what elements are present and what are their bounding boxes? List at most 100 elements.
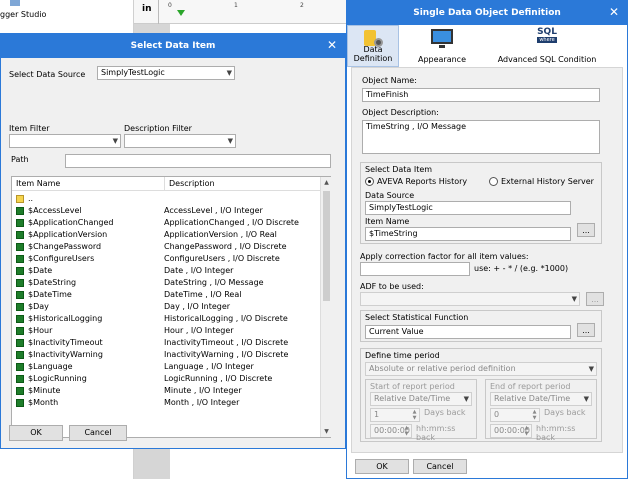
chevron-down-icon: ▼ — [227, 137, 233, 145]
item-name-cell: $DateString — [28, 278, 77, 287]
table-row[interactable]: $DateTime DateTime , I/O Real — [12, 289, 320, 301]
ruler-marker-icon[interactable] — [177, 10, 185, 16]
object-description-input[interactable]: TimeString , I/O Message — [362, 120, 600, 154]
spinner-icon[interactable]: ▲ ▼ — [402, 425, 411, 437]
table-row[interactable]: $InactivityTimeout InactivityTimeout , I/… — [12, 337, 320, 349]
end-type-select[interactable]: Relative Date/Time ▼ — [490, 392, 592, 406]
item-name-cell: $ApplicationChanged — [28, 218, 114, 227]
tag-icon — [16, 207, 24, 215]
description-cell: HistoricalLogging , I/O Discrete — [164, 314, 288, 323]
scroll-up-icon[interactable]: ▲ — [321, 177, 332, 188]
item-name-cell: $Month — [28, 398, 59, 407]
data-source-select[interactable]: SimplyTestLogic ▼ — [97, 66, 235, 80]
table-row[interactable]: $Month Month , I/O Integer — [12, 397, 320, 409]
end-days-input[interactable]: 0 ▲ ▼ — [490, 408, 540, 422]
adf-browse-button[interactable]: ... — [586, 292, 604, 306]
item-name-cell: .. — [28, 194, 34, 203]
column-header-item-name[interactable]: Item Name — [12, 177, 164, 191]
vertical-scrollbar[interactable]: ▲ ▼ — [320, 177, 331, 437]
spinner-icon[interactable]: ▲ ▼ — [410, 409, 419, 421]
tab-appearance[interactable]: Appearance — [401, 25, 483, 67]
table-row[interactable]: $Date Date , I/O Integer — [12, 265, 320, 277]
object-description-label: Object Description: — [362, 108, 439, 117]
path-input[interactable] — [65, 154, 331, 168]
statistical-browse-button[interactable]: ... — [577, 323, 595, 337]
end-days-value: 0 — [494, 410, 500, 419]
background-app-title-text: gger Studio — [0, 10, 47, 19]
dialog-title: Single Data Object Definition — [413, 8, 561, 18]
table-row[interactable]: $HistoricalLogging HistoricalLogging , I/… — [12, 313, 320, 325]
ruler-tick-2: 2 — [300, 2, 304, 9]
cancel-button[interactable]: Cancel — [69, 425, 127, 441]
description-cell: ConfigureUsers , I/O Discrete — [164, 254, 280, 263]
adf-select[interactable]: ▼ — [360, 292, 580, 306]
description-filter-label: Description Filter — [124, 124, 192, 133]
description-cell: ChangePassword , I/O Discrete — [164, 242, 287, 251]
tab-advanced-sql-condition[interactable]: SQL where Advanced SQL Condition — [477, 25, 617, 67]
radio-aveva-reports-history[interactable] — [365, 177, 374, 186]
scroll-down-icon[interactable]: ▼ — [321, 426, 332, 437]
ok-button[interactable]: OK — [9, 425, 63, 441]
close-icon[interactable]: ✕ — [609, 5, 619, 19]
radio-external-label: External History Server — [501, 177, 594, 186]
ruler-separator — [158, 0, 159, 24]
tag-icon — [16, 267, 24, 275]
table-row[interactable]: $Minute Minute , I/O Integer — [12, 385, 320, 397]
spinner-icon[interactable]: ▲ ▼ — [522, 425, 531, 437]
object-name-input[interactable]: TimeFinish — [362, 88, 600, 102]
tag-icon — [16, 339, 24, 347]
tag-icon — [16, 231, 24, 239]
table-row[interactable]: $AccessLevel AccessLevel , I/O Integer — [12, 205, 320, 217]
tab-data-definition[interactable]: Data Definition — [347, 25, 399, 67]
table-row[interactable]: $ConfigureUsers ConfigureUsers , I/O Disc… — [12, 253, 320, 265]
table-row[interactable]: $InactivityWarning InactivityWarning , I/… — [12, 349, 320, 361]
end-time-input[interactable]: 00:00:00 ▲ ▼ — [490, 424, 532, 438]
start-period-group: Start of report period Relative Date/Tim… — [365, 379, 477, 442]
spinner-icon[interactable]: ▲ ▼ — [530, 409, 539, 421]
item-name-input[interactable]: $TimeString — [365, 227, 571, 241]
description-cell: AccessLevel , I/O Integer — [164, 206, 263, 215]
table-row[interactable]: $ChangePassword ChangePassword , I/O Disc… — [12, 241, 320, 253]
sql-icon-text: SQL — [537, 27, 557, 37]
description-filter-select[interactable]: ▼ — [124, 134, 236, 148]
start-type-select[interactable]: Relative Date/Time ▼ — [370, 392, 472, 406]
adf-label: ADF to be used: — [360, 282, 424, 291]
description-cell: LogicRunning , I/O Discrete — [164, 374, 273, 383]
close-icon[interactable]: ✕ — [327, 38, 337, 52]
scroll-thumb[interactable] — [323, 191, 330, 301]
item-browse-button[interactable]: ... — [577, 223, 595, 237]
description-cell: Hour , I/O Integer — [164, 326, 234, 335]
data-source-input[interactable]: SimplyTestLogic — [365, 201, 571, 215]
radio-external-history-server[interactable] — [489, 177, 498, 186]
correction-factor-input[interactable] — [360, 262, 470, 276]
column-header-description[interactable]: Description — [164, 177, 320, 191]
item-filter-select[interactable]: ▼ — [9, 134, 121, 148]
ok-button[interactable]: OK — [355, 459, 409, 474]
table-row[interactable]: .. — [12, 193, 320, 205]
description-cell: Month , I/O Integer — [164, 398, 240, 407]
table-row[interactable]: $ApplicationChanged ApplicationChanged , … — [12, 217, 320, 229]
period-mode-select[interactable]: Absolute or relative period definition ▼ — [365, 362, 597, 376]
table-row[interactable]: $LogicRunning LogicRunning , I/O Discrete — [12, 373, 320, 385]
item-name-cell: $ConfigureUsers — [28, 254, 95, 263]
group-title: Define time period — [365, 351, 440, 360]
table-row[interactable]: $Day Day , I/O Integer — [12, 301, 320, 313]
table-row[interactable]: $Hour Hour , I/O Integer — [12, 325, 320, 337]
start-time-input[interactable]: 00:00:00 ▲ ▼ — [370, 424, 412, 438]
statistical-function-input[interactable]: Current Value — [365, 325, 571, 339]
data-item-list[interactable]: Item Name Description .. $AccessLevel Acce… — [11, 176, 331, 438]
table-row[interactable]: $DateString DateString , I/O Message — [12, 277, 320, 289]
folder-up-icon — [16, 195, 24, 203]
group-title: Select Statistical Function — [365, 313, 469, 322]
tag-icon — [16, 315, 24, 323]
table-row[interactable]: $Language Language , I/O Integer — [12, 361, 320, 373]
table-row[interactable]: $ApplicationVersion ApplicationVersion , … — [12, 229, 320, 241]
chevron-down-icon: ▼ — [226, 69, 232, 77]
start-days-input[interactable]: 1 ▲ ▼ — [370, 408, 420, 422]
tag-icon — [16, 255, 24, 263]
cancel-button[interactable]: Cancel — [413, 459, 467, 474]
dialog-title-bar: Select Data Item — [1, 34, 345, 58]
object-name-label: Object Name: — [362, 76, 417, 85]
radio-aveva-reports-label: AVEVA Reports History — [377, 177, 468, 186]
background-folder-icon — [10, 0, 20, 6]
